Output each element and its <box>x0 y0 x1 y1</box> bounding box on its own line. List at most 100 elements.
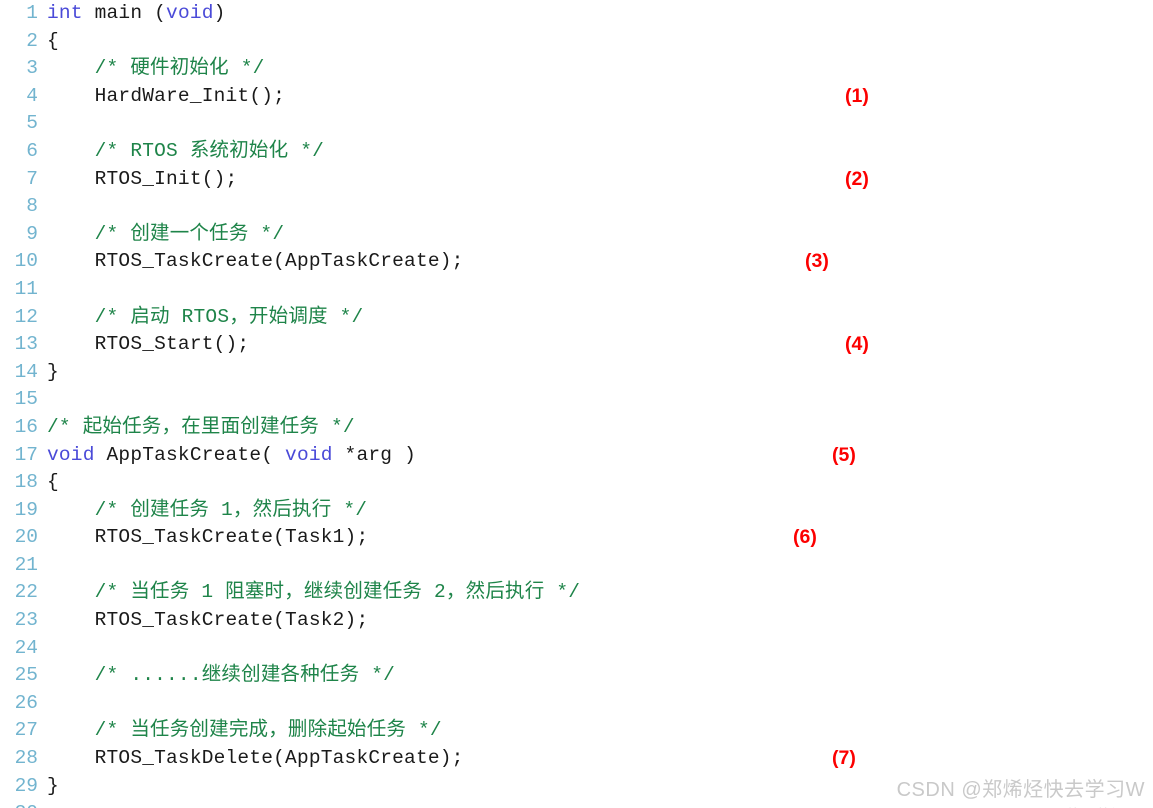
annotation-marker: (6) <box>793 526 817 549</box>
code-token-kw: int <box>47 2 83 24</box>
code-token-plain: ) <box>213 2 226 24</box>
code-token-plain: RTOS_TaskCreate(Task2); <box>47 609 369 632</box>
code-line: 28 RTOS_TaskDelete(AppTaskCreate); <box>0 745 1153 773</box>
code-token-cmt: /* 创建任务 1，然后执行 */ <box>47 498 368 521</box>
code-line-text: /* 硬件初始化 */ <box>38 55 265 83</box>
code-line: 9 /* 创建一个任务 */ <box>0 221 1153 249</box>
line-number: 17 <box>14 443 38 466</box>
code-line-text: int main (void) <box>38 0 226 28</box>
line-number: 8 <box>26 195 38 218</box>
code-line-text: { <box>38 469 59 497</box>
code-token-plain: HardWare_Init(); <box>47 84 286 107</box>
code-token-plain: AppTaskCreate( <box>94 443 286 466</box>
line-number: 20 <box>14 526 38 549</box>
line-number: 24 <box>14 636 38 659</box>
code-token-plain: RTOS_Start(); <box>47 333 250 356</box>
code-token-kw: void <box>285 443 333 466</box>
code-line-text: /* 当任务 1 阻塞时，继续创建任务 2，然后执行 */ <box>38 579 580 607</box>
annotation-marker: (3) <box>805 250 829 273</box>
code-line: 20 RTOS_TaskCreate(Task1); <box>0 524 1153 552</box>
line-number: 14 <box>14 360 38 383</box>
code-line: 16 /* 起始任务，在里面创建任务 */ <box>0 414 1153 442</box>
line-number: 2 <box>26 29 38 52</box>
code-token-plain: RTOS_TaskCreate(AppTaskCreate); <box>47 250 464 273</box>
line-number: 11 <box>14 277 38 300</box>
code-token-kw: void <box>166 2 214 24</box>
code-line-text: /* 创建一个任务 */ <box>38 221 284 249</box>
code-line-text: /* 当任务创建完成，删除起始任务 */ <box>38 717 442 745</box>
code-line: 23 RTOS_TaskCreate(Task2); <box>0 607 1153 635</box>
code-line-text: RTOS_TaskCreate(Task1); <box>38 524 369 552</box>
code-line: 27 /* 当任务创建完成，删除起始任务 */ <box>0 717 1153 745</box>
line-number: 22 <box>14 581 38 604</box>
line-number: 12 <box>14 305 38 328</box>
code-line-text: /* 创建任务 1，然后执行 */ <box>38 497 367 525</box>
code-token-plain: { <box>47 471 59 494</box>
code-line-text: /* 启动 RTOS，开始调度 */ <box>38 304 364 332</box>
line-number: 6 <box>26 139 38 162</box>
code-line: 8 <box>0 193 1153 221</box>
code-line: 7 RTOS_Init(); <box>0 166 1153 194</box>
code-line: 30 <box>0 800 1153 808</box>
code-token-cmt: /* 启动 RTOS，开始调度 */ <box>47 305 364 328</box>
code-token-plain: RTOS_Init(); <box>47 167 238 190</box>
code-line-text: { <box>38 28 59 56</box>
code-line: 18 { <box>0 469 1153 497</box>
line-number: 7 <box>26 167 38 190</box>
code-line: 15 <box>0 386 1153 414</box>
code-line: 11 <box>0 276 1153 304</box>
code-line: 6 /* RTOS 系统初始化 */ <box>0 138 1153 166</box>
code-token-plain: main ( <box>82 2 167 24</box>
code-line: 29} <box>0 773 1153 801</box>
line-number: 28 <box>14 747 38 770</box>
line-number: 26 <box>14 691 38 714</box>
annotation-marker: (1) <box>845 84 869 107</box>
line-number: 25 <box>14 664 38 687</box>
code-token-cmt: /* 起始任务，在里面创建任务 */ <box>47 415 355 438</box>
code-line: 19 /* 创建任务 1，然后执行 */ <box>0 497 1153 525</box>
code-line-text: RTOS_Init(); <box>38 166 238 194</box>
code-line: 3 /* 硬件初始化 */ <box>0 55 1153 83</box>
code-token-plain: RTOS_TaskCreate(Task1); <box>47 526 369 549</box>
code-line-text: } <box>38 359 59 387</box>
code-line: 26 <box>0 690 1153 718</box>
code-line: 22 /* 当任务 1 阻塞时，继续创建任务 2，然后执行 */ <box>0 579 1153 607</box>
code-line: 1 int main (void) <box>0 0 1153 28</box>
line-number: 21 <box>14 553 38 576</box>
code-line: 13 RTOS_Start(); <box>0 331 1153 359</box>
code-line: 25 /* ......继续创建各种任务 */ <box>0 662 1153 690</box>
code-token-plain: RTOS_TaskDelete(AppTaskCreate); <box>47 747 464 770</box>
line-number: 4 <box>26 84 38 107</box>
annotation-marker: (5) <box>832 443 856 466</box>
annotation-marker: (7) <box>832 747 856 770</box>
code-token-cmt: /* 当任务 1 阻塞时，继续创建任务 2，然后执行 */ <box>47 581 581 604</box>
code-line-text: /* RTOS 系统初始化 */ <box>38 138 324 166</box>
code-token-plain: } <box>47 774 59 797</box>
code-token-kw: void <box>47 443 95 466</box>
line-number: 23 <box>14 609 38 632</box>
code-line-text: /* ......继续创建各种任务 */ <box>38 662 395 690</box>
code-line: 12 /* 启动 RTOS，开始调度 */ <box>0 304 1153 332</box>
code-line: 14} <box>0 359 1153 387</box>
annotation-marker: (4) <box>845 333 869 356</box>
line-number: 19 <box>14 498 38 521</box>
code-line: 21 <box>0 552 1153 580</box>
line-number: 29 <box>14 774 38 797</box>
line-number: 9 <box>26 222 38 245</box>
code-line: 2{ <box>0 28 1153 56</box>
code-token-plain: } <box>47 360 59 383</box>
code-line-text: RTOS_Start(); <box>38 331 250 359</box>
code-line-text: RTOS_TaskDelete(AppTaskCreate); <box>38 745 464 773</box>
code-line-text: RTOS_TaskCreate(AppTaskCreate); <box>38 248 464 276</box>
code-token-cmt: /* 当任务创建完成，删除起始任务 */ <box>47 719 442 742</box>
code-token-cmt: /* RTOS 系统初始化 */ <box>47 139 325 162</box>
code-line: 24 <box>0 635 1153 663</box>
line-number: 13 <box>14 333 38 356</box>
code-line-text: /* 起始任务，在里面创建任务 */ <box>38 414 355 442</box>
code-line: 5 <box>0 110 1153 138</box>
code-line: 10 RTOS_TaskCreate(AppTaskCreate); <box>0 248 1153 276</box>
line-number: 15 <box>14 388 38 411</box>
code-token-plain: { <box>47 29 59 52</box>
line-number: 3 <box>26 57 38 80</box>
annotation-marker: (2) <box>845 167 869 190</box>
